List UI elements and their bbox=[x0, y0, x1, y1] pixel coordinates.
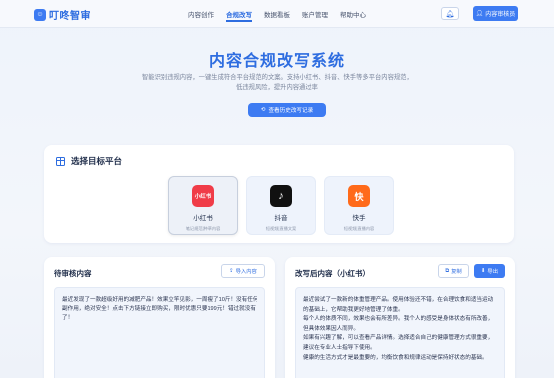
content-line: 最近尝试了一款新的体重管理产品。使用体验还不错，在合理饮食和适当运动 bbox=[303, 297, 494, 303]
rewritten-content-panel: 改写后内容（小红书） ⧉ 复制 ⬇ 导出 最近尝试了一款新的体重管理产品。使用体… bbox=[285, 257, 515, 378]
nav-item-account[interactable]: 账户管理 bbox=[296, 9, 334, 19]
brand[interactable]: ☺ 叮咚智审 bbox=[34, 7, 91, 22]
user-icon: 👤︎ bbox=[475, 11, 484, 17]
platform-option-kuaishou[interactable]: 快 快手 短视频|直播内容 bbox=[324, 176, 394, 235]
view-history-label: 查看历史改写记录 bbox=[268, 108, 314, 114]
content-line: 但具体效果因人而异。 bbox=[303, 325, 359, 332]
content-line: 建议在专业人士指导下使用。 bbox=[303, 344, 376, 351]
copy-icon: ⧉ bbox=[445, 267, 450, 274]
platform-option-xiaohongshu[interactable]: 小红书 小红书 笔记规范|种草内容 bbox=[168, 176, 238, 235]
main-nav: 内容创作 合规改写 数据看板 账户管理 帮助中心 bbox=[182, 9, 372, 22]
platform-subtitle: 短视频|直播文案 bbox=[265, 226, 297, 231]
page-title: 内容合规改写系统 bbox=[208, 53, 345, 70]
bell-icon: 🔔︎ bbox=[445, 10, 455, 18]
platform-name: 快手 bbox=[352, 215, 366, 222]
brand-name: 叮咚智审 bbox=[49, 11, 91, 22]
page-description: 智能识别违规内容，一键生成符合平台规范的文案。支持小红书、抖音、快手等多平台内容… bbox=[142, 73, 412, 93]
platform-name: 抖音 bbox=[274, 215, 288, 222]
content-line: 了！ bbox=[62, 315, 74, 322]
platform-subtitle: 笔记规范|种草内容 bbox=[185, 226, 221, 231]
export-label: 导出 bbox=[487, 269, 499, 275]
history-icon: ⟲ bbox=[260, 107, 266, 113]
download-icon: ⬇ bbox=[480, 268, 486, 274]
panel-title: 改写后内容（小红书） bbox=[295, 269, 370, 278]
section-header: 选择目标平台 bbox=[56, 155, 122, 167]
pending-content-textarea[interactable]: 最近发现了一款超级好用的减肥产品！效果立竿见影，一周瘦了10斤！没有任何 副作用… bbox=[54, 287, 265, 378]
nav-item-data-dashboard[interactable]: 数据看板 bbox=[258, 9, 296, 19]
export-button[interactable]: ⬇ 导出 bbox=[474, 264, 505, 278]
upload-icon: ⇪ bbox=[229, 268, 234, 274]
view-history-button[interactable]: ⟲ 查看历史改写记录 bbox=[248, 103, 326, 117]
user-role-label: 内容审核员 bbox=[485, 12, 516, 18]
platform-subtitle: 短视频|直播内容 bbox=[343, 226, 375, 231]
import-content-button[interactable]: ⇪ 导入内容 bbox=[221, 264, 265, 278]
platform-selection-card: 选择目标平台 小红书 小红书 笔记规范|种草内容 ♪ 抖音 短视频|直播文案 快… bbox=[44, 145, 514, 243]
pending-content-panel: 待审核内容 ⇪ 导入内容 最近发现了一款超级好用的减肥产品！效果立竿见影，一周瘦… bbox=[44, 257, 275, 378]
content-line: 的基础上，它帮助我更好地管理了体重。 bbox=[303, 306, 404, 313]
top-navigation-bar: ☺ 叮咚智审 内容创作 合规改写 数据看板 账户管理 帮助中心 🔔︎ 👤︎ 内容… bbox=[0, 0, 554, 28]
description-line: 低违规风险，提升内容通过率 bbox=[236, 84, 318, 91]
douyin-logo-icon: ♪ bbox=[270, 185, 292, 207]
content-line: 如果有兴趣了解，可以查看产品详情。选择适合自己的健康管理方式很重要， bbox=[303, 335, 494, 342]
rewritten-content-textarea[interactable]: 最近尝试了一款新的体重管理产品。使用体验还不错，在合理饮食和适当运动 的基础上，… bbox=[295, 287, 505, 378]
user-menu-button[interactable]: 👤︎ 内容审核员 bbox=[473, 6, 518, 21]
content-line: 最近发现了一款超级好用的减肥产品！效果立竿见影，一周瘦了10斤！没有任何 bbox=[62, 297, 257, 303]
content-line: 副作用，绝对安全！点击下方链接立即购买，限时优惠只要199元！错过就没有 bbox=[62, 306, 256, 313]
grid-icon bbox=[56, 156, 65, 166]
content-line: 健康的生活方式才是最重要的，均衡饮食和规律运动是保持好状态的基础。 bbox=[303, 354, 488, 361]
platform-options: 小红书 小红书 笔记规范|种草内容 ♪ 抖音 短视频|直播文案 快 快手 短视频… bbox=[168, 176, 394, 235]
xiaohongshu-logo-icon: 小红书 bbox=[192, 185, 214, 207]
notification-button[interactable]: 🔔︎ bbox=[441, 7, 459, 20]
nav-item-help[interactable]: 帮助中心 bbox=[334, 9, 372, 19]
nav-item-content-creation[interactable]: 内容创作 bbox=[182, 9, 220, 19]
brand-logo-icon: ☺ bbox=[34, 8, 46, 21]
kuaishou-logo-icon: 快 bbox=[348, 185, 370, 207]
content-line: 每个人的体质不同，效果也会有所差异。我个人的感受是身体状态有所改善， bbox=[303, 316, 494, 323]
description-line: 智能识别违规内容，一键生成符合平台规范的文案。支持小红书、抖音、快手等多平台内容… bbox=[142, 74, 412, 81]
platform-name: 小红书 bbox=[193, 215, 213, 222]
nav-item-compliance-rewrite[interactable]: 合规改写 bbox=[220, 9, 258, 22]
import-label: 导入内容 bbox=[235, 269, 257, 275]
panel-title: 待审核内容 bbox=[54, 269, 92, 278]
section-title: 选择目标平台 bbox=[71, 156, 123, 166]
platform-option-douyin[interactable]: ♪ 抖音 短视频|直播文案 bbox=[246, 176, 316, 235]
copy-button[interactable]: ⧉ 复制 bbox=[438, 264, 469, 278]
copy-label: 复制 bbox=[451, 269, 462, 275]
